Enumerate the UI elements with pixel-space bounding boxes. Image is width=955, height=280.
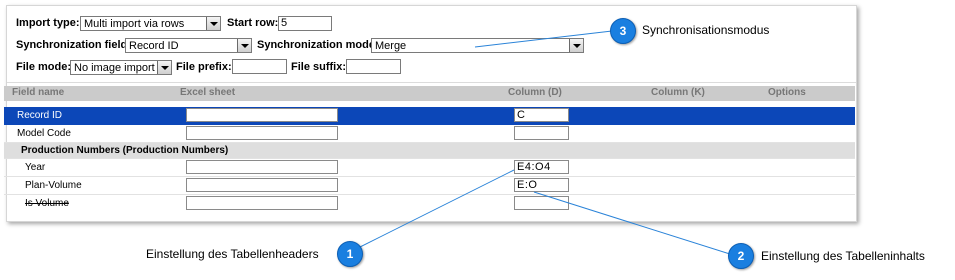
callout-text-1: Einstellung des Tabellenheaders bbox=[146, 247, 319, 261]
callout-text-3: Synchronisationsmodus bbox=[642, 23, 770, 37]
callout-badge-2: 2 bbox=[728, 243, 754, 269]
callout-lines bbox=[351, 30, 734, 256]
callout-badge-3: 3 bbox=[610, 18, 636, 44]
callout-text-2: Einstellung des Tabelleninhalts bbox=[761, 249, 925, 263]
callout-line-2 bbox=[533, 191, 734, 256]
callout-line-3 bbox=[474, 30, 613, 48]
callout-badge-1: 1 bbox=[337, 241, 363, 267]
callout-line-1 bbox=[351, 169, 515, 252]
